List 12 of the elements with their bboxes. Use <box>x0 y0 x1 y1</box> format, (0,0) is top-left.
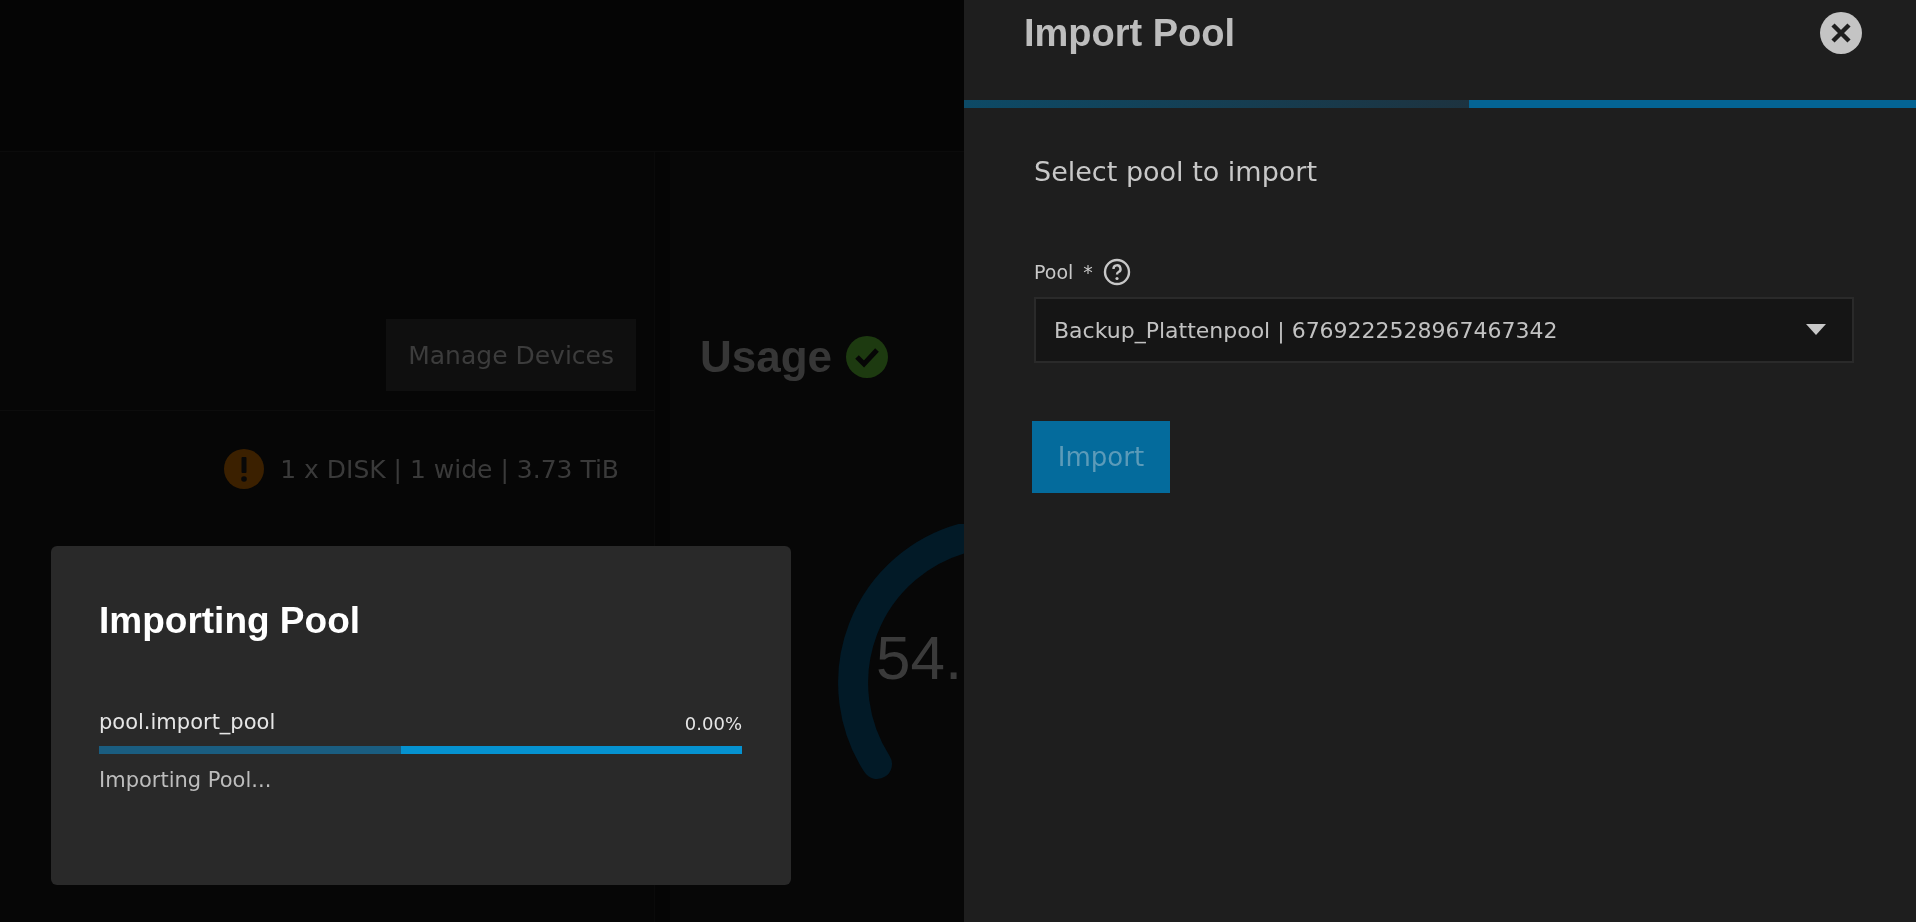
help-icon[interactable] <box>1102 258 1131 286</box>
job-percent: 0.00% <box>684 713 742 734</box>
required-mark: * <box>1083 261 1093 283</box>
job-status: Importing Pool... <box>99 768 273 792</box>
job-name: pool.import_pool <box>99 710 276 734</box>
section-heading: Select pool to import <box>1034 156 1318 187</box>
dialog-title: Importing Pool <box>99 600 362 642</box>
caret-icon <box>1806 324 1826 336</box>
close-button[interactable] <box>1820 12 1862 54</box>
pool-select[interactable]: Backup_Plattenpool | 6769222528967467342 <box>1034 297 1854 363</box>
field-label: Pool <box>1034 261 1074 283</box>
panel-title: Import Pool <box>1024 11 1236 55</box>
